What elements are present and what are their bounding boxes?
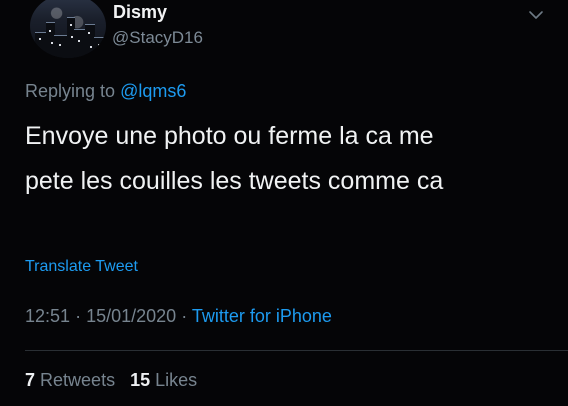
tweet-text-line: Envoye une photo ou ferme la ca me: [25, 122, 434, 150]
translate-tweet-link[interactable]: Translate Tweet: [25, 258, 138, 276]
likes-stat[interactable]: 15 Likes: [130, 370, 197, 390]
reply-mention-link[interactable]: @lqms6: [120, 81, 186, 101]
meta-separator: ·: [181, 306, 188, 326]
tweet-time[interactable]: 12:51: [25, 306, 70, 326]
chevron-down-icon[interactable]: [527, 8, 545, 22]
retweets-stat[interactable]: 7 Retweets: [25, 370, 115, 390]
likes-label: Likes: [155, 370, 198, 390]
retweets-label: Retweets: [40, 370, 116, 390]
replying-to-label: Replying to: [25, 81, 116, 101]
tweet-meta: 12:51 · 15/01/2020 · Twitter for iPhone: [25, 306, 332, 327]
divider: [25, 350, 568, 351]
tweet-date[interactable]: 15/01/2020: [86, 306, 176, 326]
replying-to: Replying to @lqms6: [25, 81, 186, 102]
tweet-text-line: pete les couilles les tweets comme ca: [25, 167, 444, 195]
likes-count: 15: [130, 370, 151, 390]
meta-separator: ·: [75, 306, 82, 326]
avatar[interactable]: [30, 0, 106, 58]
user-handle[interactable]: @StacyD16: [112, 28, 203, 48]
tweet-source-link[interactable]: Twitter for iPhone: [192, 306, 332, 326]
tweet-stats: 7 Retweets 15 Likes: [25, 370, 197, 391]
tweet-text: Envoye une photo ou ferme la ca me pete …: [25, 114, 545, 204]
display-name[interactable]: Dismy: [113, 2, 167, 23]
retweets-count: 7: [25, 370, 36, 390]
